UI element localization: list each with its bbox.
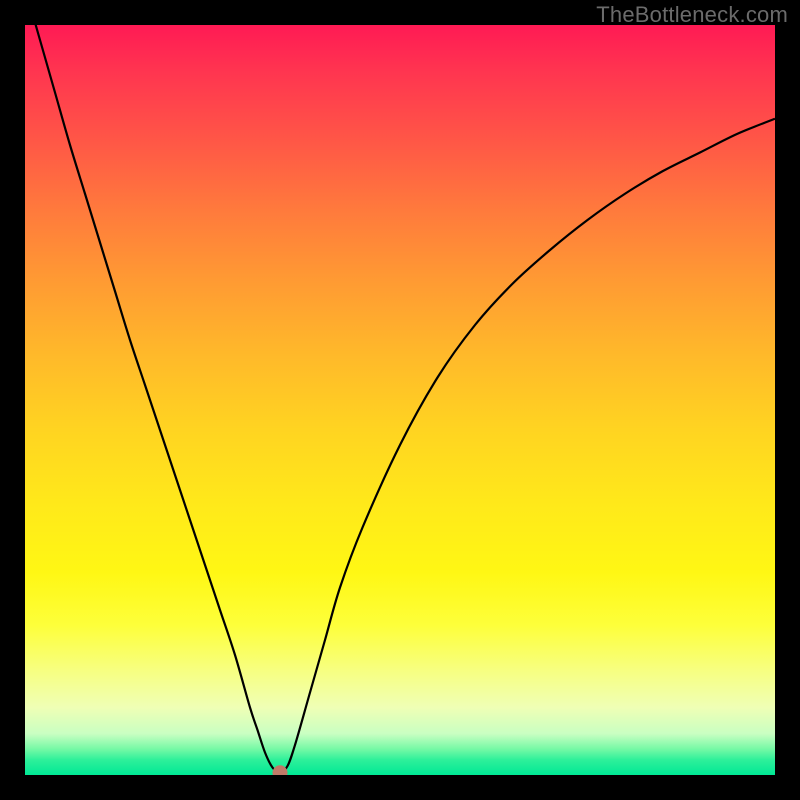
plot-area bbox=[25, 25, 775, 775]
chart-frame: TheBottleneck.com bbox=[0, 0, 800, 800]
minimum-marker bbox=[273, 765, 288, 775]
chart-svg bbox=[25, 25, 775, 775]
bottleneck-curve bbox=[25, 25, 775, 773]
watermark-text: TheBottleneck.com bbox=[596, 2, 788, 28]
